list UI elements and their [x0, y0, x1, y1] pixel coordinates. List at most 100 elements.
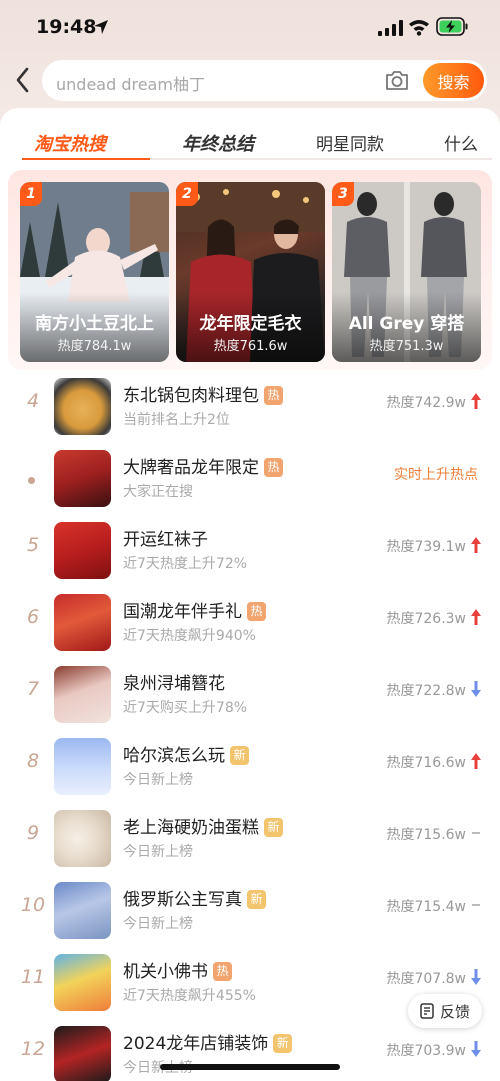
trend-up-icon — [471, 609, 481, 625]
rank-number: 4 — [26, 390, 40, 412]
item-heat: 热度742.9w — [386, 395, 466, 411]
back-chevron-icon[interactable] — [14, 66, 32, 94]
list-item[interactable]: 5 开运红袜子 近7天热度上升72% 热度739.1w — [0, 516, 500, 588]
item-thumbnail — [54, 882, 111, 939]
rank-number: 5 — [26, 534, 40, 556]
wifi-icon — [409, 20, 429, 36]
hero-title: 南方小土豆北上 — [35, 314, 154, 334]
feedback-icon — [420, 1003, 434, 1019]
feedback-button[interactable]: 反馈 — [408, 994, 482, 1028]
item-title-text: 机关小佛书 — [123, 962, 208, 982]
item-title: 国潮龙年伴手礼热 — [123, 597, 266, 622]
item-title: 泉州浔埔簪花 — [123, 669, 225, 694]
rank-number: 11 — [20, 966, 46, 988]
item-title: 老上海硬奶油蛋糕新 — [123, 813, 283, 838]
item-title-text: 泉州浔埔簪花 — [123, 674, 225, 694]
status-bar: 19:48 — [0, 0, 500, 56]
item-thumbnail — [54, 954, 111, 1011]
item-heat: 热度716.6w — [386, 755, 466, 771]
trend-down-icon — [471, 1041, 481, 1057]
item-subtitle: 今日新上榜 — [123, 772, 193, 788]
rank-number: 12 — [20, 1038, 46, 1060]
hero-heat: 热度761.6w — [213, 339, 288, 354]
item-title-text: 老上海硬奶油蛋糕 — [123, 818, 259, 838]
item-heat: 热度707.8w — [386, 971, 466, 987]
item-thumbnail — [54, 810, 111, 867]
hero-title: 龙年限定毛衣 — [199, 314, 302, 334]
search-button[interactable]: 搜索 — [423, 63, 484, 98]
hero-heat: 热度751.3w — [369, 339, 444, 354]
home-indicator[interactable] — [160, 1064, 340, 1070]
rank-number: 9 — [26, 822, 40, 844]
item-thumbnail — [54, 522, 111, 579]
item-heat: 热度722.8w — [386, 683, 466, 699]
rank-number: 10 — [20, 894, 46, 916]
list-item[interactable]: 4 东北锅包肉料理包热 当前排名上升2位 热度742.9w — [0, 372, 500, 444]
item-heat: 热度715.6w — [386, 827, 466, 843]
item-title: 俄罗斯公主写真新 — [123, 885, 266, 910]
location-arrow-icon — [94, 20, 108, 34]
item-title-text: 国潮龙年伴手礼 — [123, 602, 242, 622]
trend-down-icon — [471, 681, 481, 697]
hero-heat: 热度784.1w — [57, 339, 132, 354]
tab-taobao-hot[interactable]: 淘宝热搜 — [34, 130, 106, 156]
item-thumbnail — [54, 738, 111, 795]
trend-down-icon — [471, 969, 481, 985]
tab-what[interactable]: 什么 — [444, 130, 478, 155]
hot-tag: 热 — [213, 962, 232, 981]
item-thumbnail — [54, 450, 111, 507]
list-item[interactable]: 10 俄罗斯公主写真新 今日新上榜 热度715.4w — [0, 876, 500, 948]
hot-tag: 热 — [247, 602, 266, 621]
new-tag: 新 — [264, 818, 283, 837]
hot-tag: 热 — [264, 458, 283, 477]
list-item[interactable]: 9 老上海硬奶油蛋糕新 今日新上榜 热度715.6w — [0, 804, 500, 876]
item-heat: 实时上升热点 — [394, 467, 478, 483]
new-tag: 新 — [230, 746, 249, 765]
item-heat: 热度715.4w — [386, 899, 466, 915]
list-item[interactable]: 8 哈尔滨怎么玩新 今日新上榜 热度716.6w — [0, 732, 500, 804]
item-title-text: 2024龙年店铺装饰 — [123, 1034, 269, 1054]
search-input[interactable]: undead dream柚丁 — [56, 71, 205, 95]
item-heat: 热度726.3w — [386, 611, 466, 627]
rank-number: 6 — [26, 606, 40, 628]
tab-active-indicator — [22, 158, 150, 160]
list-item[interactable]: 6 国潮龙年伴手礼热 近7天热度飙升940% 热度726.3w — [0, 588, 500, 660]
hero-card-1[interactable]: 1 南方小土豆北上 热度784.1w — [20, 182, 169, 362]
item-subtitle: 今日新上榜 — [123, 916, 193, 932]
hot-tag: 热 — [264, 386, 283, 405]
list-item[interactable]: 大牌奢品龙年限定热 大家正在搜 实时上升热点 — [0, 444, 500, 516]
item-thumbnail — [54, 594, 111, 651]
hero-card-3[interactable]: 3 All Grey 穿搭 热度751.3w — [332, 182, 481, 362]
item-title: 2024龙年店铺装饰新 — [123, 1029, 293, 1054]
item-thumbnail — [54, 666, 111, 723]
item-subtitle: 当前排名上升2位 — [123, 412, 230, 428]
tab-year-summary[interactable]: 年终总结 — [182, 130, 254, 156]
item-title-text: 俄罗斯公主写真 — [123, 890, 242, 910]
item-subtitle: 今日新上榜 — [123, 844, 193, 860]
list-item[interactable]: 12 2024龙年店铺装饰新 今日新上榜 热度703.9w — [0, 1020, 500, 1081]
list-item[interactable]: 7 泉州浔埔簪花 近7天购买上升78% 热度722.8w — [0, 660, 500, 732]
camera-icon[interactable] — [384, 68, 410, 92]
new-tag: 新 — [247, 890, 266, 909]
tab-celebrity-style[interactable]: 明星同款 — [316, 130, 384, 155]
hero-card-2[interactable]: 2 龙年限定毛衣 热度761.6w — [176, 182, 325, 362]
trend-up-icon — [471, 537, 481, 553]
item-heat: 热度739.1w — [386, 539, 466, 555]
item-title: 机关小佛书热 — [123, 957, 232, 982]
hero-rank-badge: 3 — [332, 182, 354, 206]
item-title-text: 东北锅包肉料理包 — [123, 386, 259, 406]
item-subtitle: 近7天热度飙升940% — [123, 628, 256, 644]
item-title: 东北锅包肉料理包热 — [123, 381, 283, 406]
item-subtitle: 近7天热度上升72% — [123, 556, 248, 572]
new-tag: 新 — [273, 1034, 293, 1053]
feedback-label: 反馈 — [439, 1002, 470, 1021]
battery-charging-icon — [436, 17, 468, 36]
item-title-text: 大牌奢品龙年限定 — [123, 458, 259, 478]
item-title: 大牌奢品龙年限定热 — [123, 453, 283, 478]
trend-up-icon — [471, 753, 481, 769]
item-thumbnail — [54, 378, 111, 435]
search-bar[interactable]: undead dream柚丁 搜索 — [42, 60, 487, 101]
item-title-text: 开运红袜子 — [123, 530, 208, 550]
status-time: 19:48 — [36, 16, 97, 38]
trend-flat-icon — [472, 832, 480, 834]
